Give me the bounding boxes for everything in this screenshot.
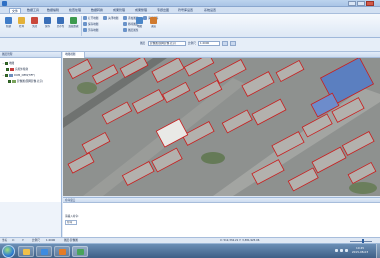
command-prompt: 请输入命令: [65, 215, 79, 218]
map-close-icon [103, 16, 107, 20]
app-icon [2, 1, 7, 6]
map-save-icon [83, 22, 87, 26]
exit-button[interactable]: 退出 [147, 16, 160, 36]
new-project-icon [5, 17, 12, 24]
open-folder-icon [18, 17, 25, 24]
layer-checkbox[interactable] [6, 68, 9, 71]
save-map-button[interactable]: 保存地图 [83, 22, 98, 27]
exit-icon [150, 17, 157, 24]
clock-date: 2015-08-03 [351, 250, 369, 254]
zoom-slider-track [350, 241, 372, 242]
network-icon[interactable] [335, 249, 338, 252]
open-button[interactable]: 打开 [15, 16, 28, 36]
scale-combo[interactable]: 1:2000 [198, 41, 220, 46]
map-open-icon [83, 16, 87, 20]
gis-app-icon [77, 249, 84, 255]
close-doc-icon [31, 17, 38, 24]
save-as-icon [57, 17, 64, 24]
layer-remove-icon [123, 22, 127, 26]
explorer-icon [23, 249, 30, 255]
menu-check[interactable]: 检查处理 [67, 8, 83, 13]
map-icon [136, 17, 143, 24]
window-title [150, 1, 240, 6]
menu-settings[interactable]: 系统设置 [202, 8, 218, 13]
saveas-map-button[interactable]: 另存地图 [83, 28, 98, 33]
media-icon [59, 249, 66, 255]
scale-label: 比例尺 [188, 42, 196, 45]
menu-file[interactable]: 文件 [9, 8, 22, 13]
layer-checkbox[interactable] [5, 62, 8, 65]
polygon-layer-icon [10, 68, 14, 71]
map-saveas-icon [83, 28, 87, 32]
command-panel: 命令窗口 请输入命令: 命令 [63, 197, 380, 237]
command-panel-title: 命令窗口 [63, 198, 380, 203]
layer-checkbox[interactable] [8, 80, 11, 83]
browser-icon [41, 249, 48, 255]
satellite-imagery [63, 58, 380, 196]
minimize-button[interactable] [348, 1, 356, 6]
zoom-in-icon[interactable] [222, 41, 228, 46]
ribbon-separator [81, 16, 82, 36]
close-doc-button[interactable]: 关闭 [28, 16, 41, 36]
taskbar-app-gis[interactable] [72, 246, 88, 257]
start-button[interactable] [2, 245, 15, 258]
menu-bar: 文件 数据工具 数据编辑 检查处理 数据转换 成果管理 成果整理 专题出图 符号… [0, 7, 380, 14]
left-bottom-panel [0, 202, 62, 237]
raster-layer-icon [9, 74, 13, 77]
add-data-icon [70, 17, 77, 24]
menu-organize[interactable]: 成果整理 [133, 8, 149, 13]
menu-symbols[interactable]: 符号库设置 [176, 8, 195, 13]
menu-convert[interactable]: 数据转换 [89, 8, 105, 13]
taskbar-app-explorer[interactable] [18, 246, 34, 257]
command-input[interactable]: 命令 [65, 220, 77, 225]
taskbar-clock[interactable]: 10:45 2015-08-03 [350, 246, 370, 254]
map-canvas[interactable] [63, 58, 380, 196]
layers-panel-title: 图层管理 [0, 52, 61, 58]
title-bar [0, 0, 380, 7]
taskbar-app-browser[interactable] [36, 246, 52, 257]
flag-icon[interactable] [345, 249, 348, 252]
map-button[interactable]: 地图 [133, 16, 146, 36]
save-button[interactable]: 保存 [41, 16, 54, 36]
show-desktop-button[interactable] [376, 244, 380, 258]
layers-panel: 图层管理 − 地图 房屋外轮廓 − DOM_DEM(TIFF) 影像图(国网影像·北… [0, 52, 62, 202]
layer-checkbox[interactable] [5, 74, 8, 77]
menu-thematic[interactable]: 专题出图 [155, 8, 171, 13]
layer-row-dom[interactable]: − DOM_DEM(TIFF) [2, 73, 35, 78]
os-taskbar: 10:45 2015-08-03 [0, 243, 380, 258]
layer-row-buildings[interactable]: 房屋外轮廓 [6, 67, 28, 72]
layer-combo-label: 图层 [140, 42, 146, 45]
zoom-out-icon[interactable] [230, 41, 236, 46]
close-map-button[interactable]: 关闭地图 [103, 16, 118, 21]
layer-combo[interactable]: 影像图(国网影像·北京) [148, 41, 186, 46]
secondary-toolbar: 图层 影像图(国网影像·北京) 比例尺 1:2000 [0, 38, 380, 52]
raster-layer-icon [12, 80, 16, 83]
ribbon-toolbar: 新建 打开 关闭 保存 另存为 加载数据 打开地图 保存地图 另存地图 关闭地图… [0, 14, 380, 38]
close-button[interactable] [366, 1, 374, 6]
save-icon [44, 17, 51, 24]
menu-data-edit[interactable]: 数据编辑 [45, 8, 61, 13]
menu-data-tools[interactable]: 数据工具 [25, 8, 41, 13]
new-button[interactable]: 新建 [2, 16, 15, 36]
add-data-button[interactable]: 加载数据 [67, 16, 80, 36]
taskbar-app-media[interactable] [54, 246, 70, 257]
volume-icon[interactable] [340, 249, 343, 252]
layer-row-map[interactable]: − 地图 [2, 61, 14, 66]
save-as-button[interactable]: 另存为 [54, 16, 67, 36]
layer-row-imagery[interactable]: 影像图(国网影像·北京) [8, 79, 43, 84]
layer-add-icon [123, 16, 127, 20]
layer-props-icon [123, 28, 127, 32]
menu-results[interactable]: 成果管理 [111, 8, 127, 13]
open-map-button[interactable]: 打开地图 [83, 16, 98, 21]
maximize-button[interactable] [357, 1, 365, 6]
